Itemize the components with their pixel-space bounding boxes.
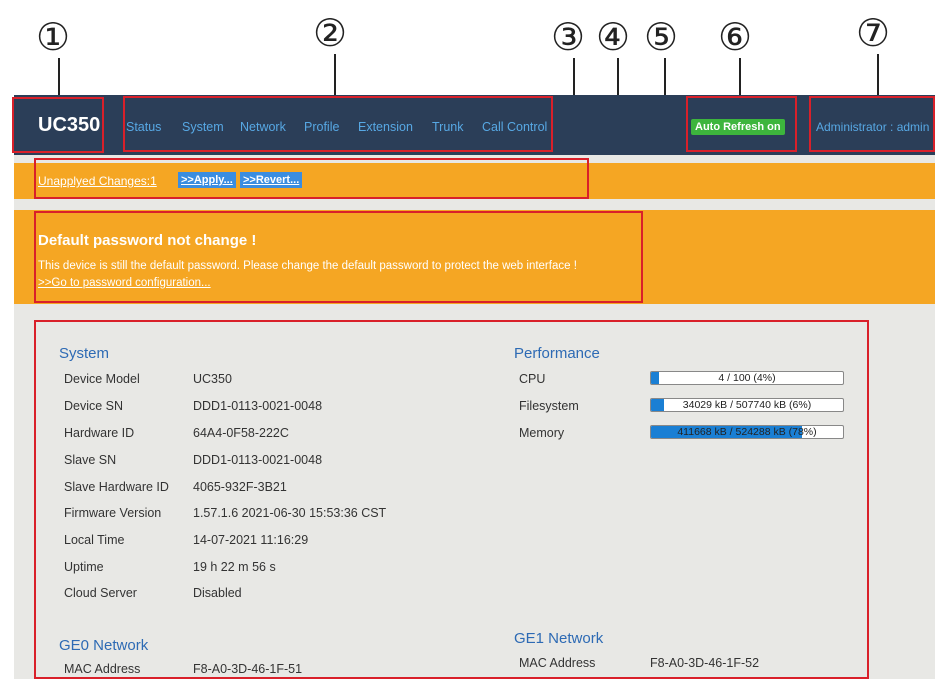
callout-2-line [334,54,336,96]
callout-5: ⑤ [644,15,679,59]
callout-4: ④ [596,15,631,59]
callout-1-line [58,58,60,96]
callout-7: ⑦ [856,11,891,55]
callout-1: ① [36,15,71,59]
callout-box-2 [123,96,553,152]
callout-box-3 [34,158,589,199]
callout-3: ③ [551,15,586,59]
callout-7-line [877,54,879,96]
callout-box-4 [34,211,643,303]
callout-box-1 [12,97,104,153]
callout-6-line [739,58,741,96]
callout-box-5 [34,320,869,679]
callout-box-6 [686,96,797,152]
callout-box-7 [809,96,935,152]
callout-6: ⑥ [718,15,753,59]
callout-2: ② [313,11,348,55]
